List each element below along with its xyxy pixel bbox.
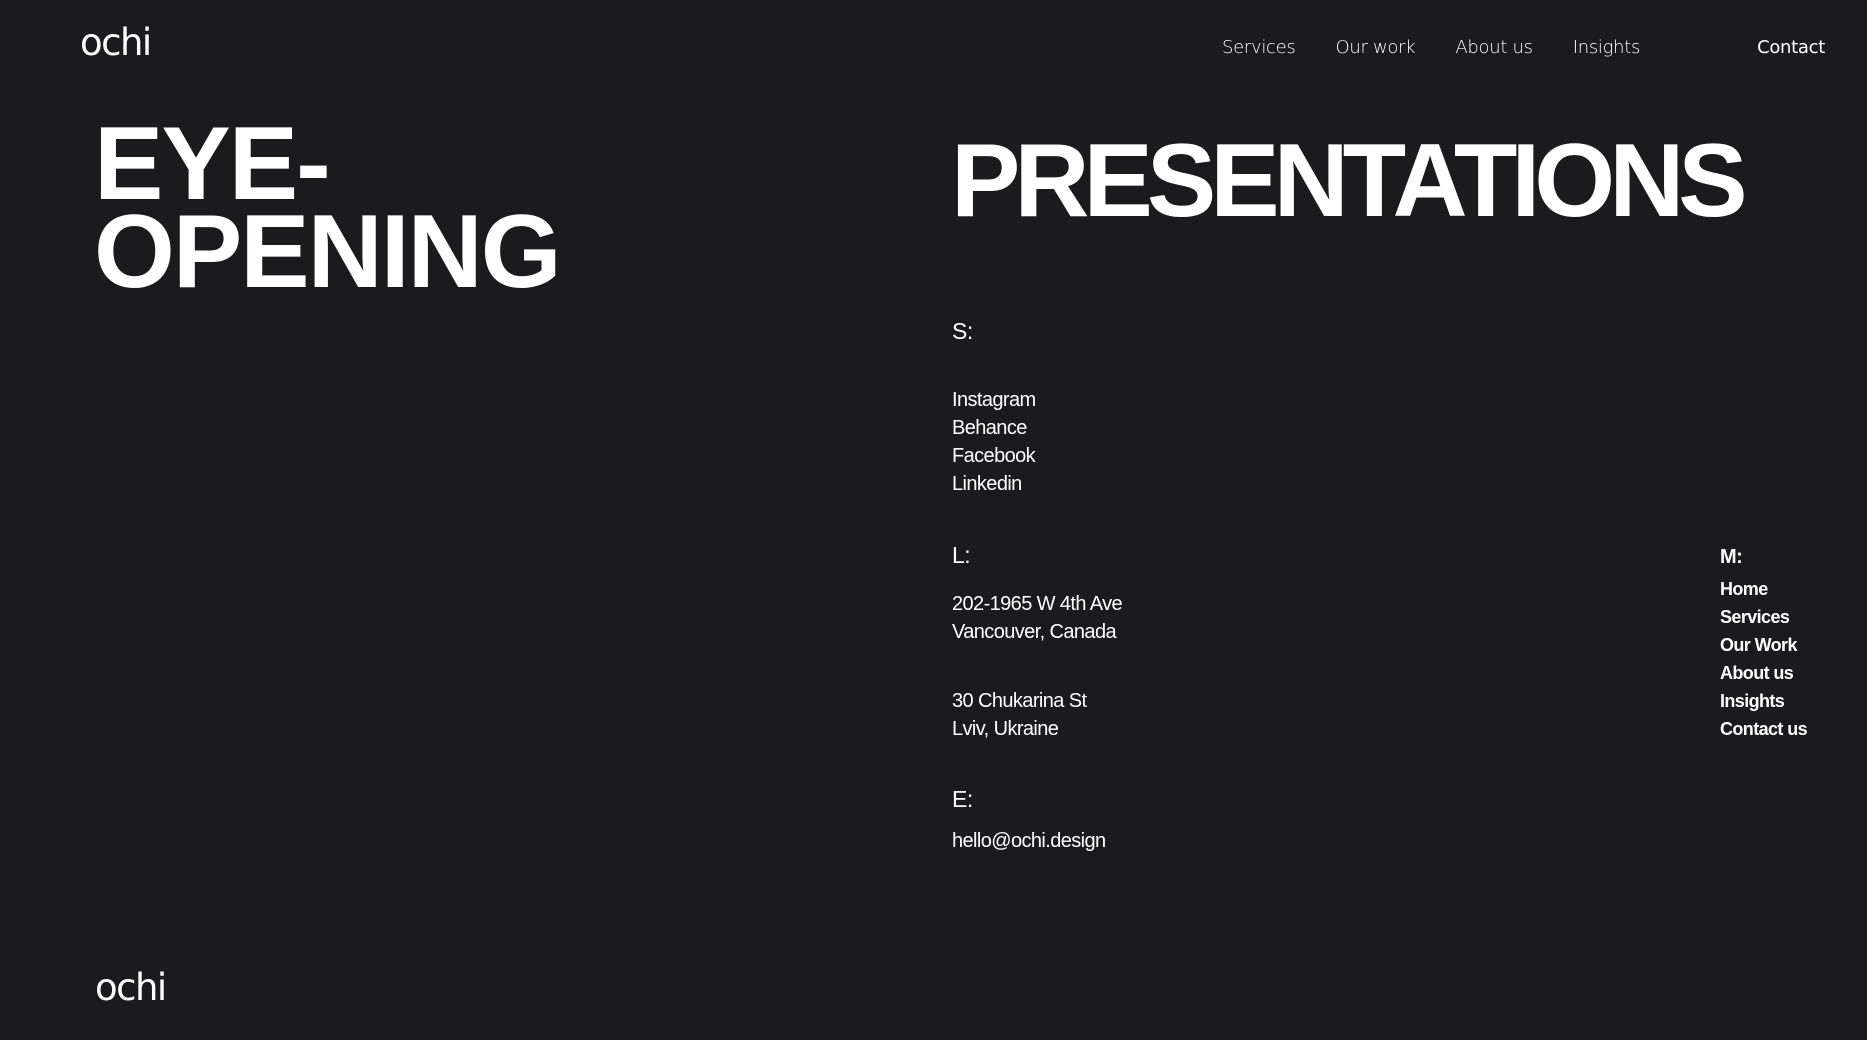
address-lviv: 30 Chukarina St Lviv, Ukraine bbox=[952, 687, 1087, 743]
logo[interactable]: ochi bbox=[80, 24, 152, 61]
hero-heading-left: EYE- OPENING bbox=[94, 112, 562, 304]
email-label: E: bbox=[952, 786, 973, 812]
nav-our-work[interactable]: Our work bbox=[1336, 37, 1416, 58]
social-link-behance[interactable]: Behance bbox=[952, 414, 1036, 442]
social-link-instagram[interactable]: Instagram bbox=[952, 386, 1036, 414]
address-line: 202-1965 W 4th Ave bbox=[952, 593, 1123, 615]
menu-item-our-work[interactable]: Our Work bbox=[1720, 631, 1807, 659]
socials-label: S: bbox=[952, 318, 973, 344]
address-city: Lviv, Ukraine bbox=[952, 718, 1059, 740]
social-link-facebook[interactable]: Facebook bbox=[952, 442, 1036, 470]
hero-heading-line-2: OPENING bbox=[94, 194, 562, 310]
menu-item-about-us[interactable]: About us bbox=[1720, 659, 1807, 687]
social-link-linkedin[interactable]: Linkedin bbox=[952, 470, 1036, 498]
menu-item-contact-us[interactable]: Contact us bbox=[1720, 715, 1808, 743]
menu-label: M: bbox=[1720, 546, 1743, 568]
hero-heading-right: PRESENTATIONS bbox=[951, 123, 1748, 239]
nav-contact[interactable]: Contact bbox=[1757, 37, 1825, 58]
menu-item-services[interactable]: Services bbox=[1720, 603, 1807, 631]
locations-label: L: bbox=[952, 542, 971, 568]
menu-item-insights[interactable]: Insights bbox=[1720, 687, 1807, 715]
nav-insights[interactable]: Insights bbox=[1573, 37, 1641, 58]
address-city: Vancouver, Canada bbox=[952, 621, 1117, 643]
address-vancouver: 202-1965 W 4th Ave Vancouver, Canada bbox=[952, 590, 1123, 646]
address-line: 30 Chukarina St bbox=[952, 690, 1087, 712]
footer-menu: M: Home Services Our Work About us Insig… bbox=[1720, 546, 1808, 743]
nav-services[interactable]: Services bbox=[1222, 37, 1296, 58]
menu-item-home[interactable]: Home bbox=[1720, 575, 1807, 603]
socials-list: Instagram Behance Facebook Linkedin bbox=[952, 386, 1036, 498]
main-nav: Services Our work About us Insights bbox=[1222, 37, 1640, 58]
email-link[interactable]: hello@ochi.design bbox=[952, 827, 1106, 855]
nav-about-us[interactable]: About us bbox=[1455, 37, 1533, 58]
footer-logo: ochi bbox=[95, 966, 167, 1009]
